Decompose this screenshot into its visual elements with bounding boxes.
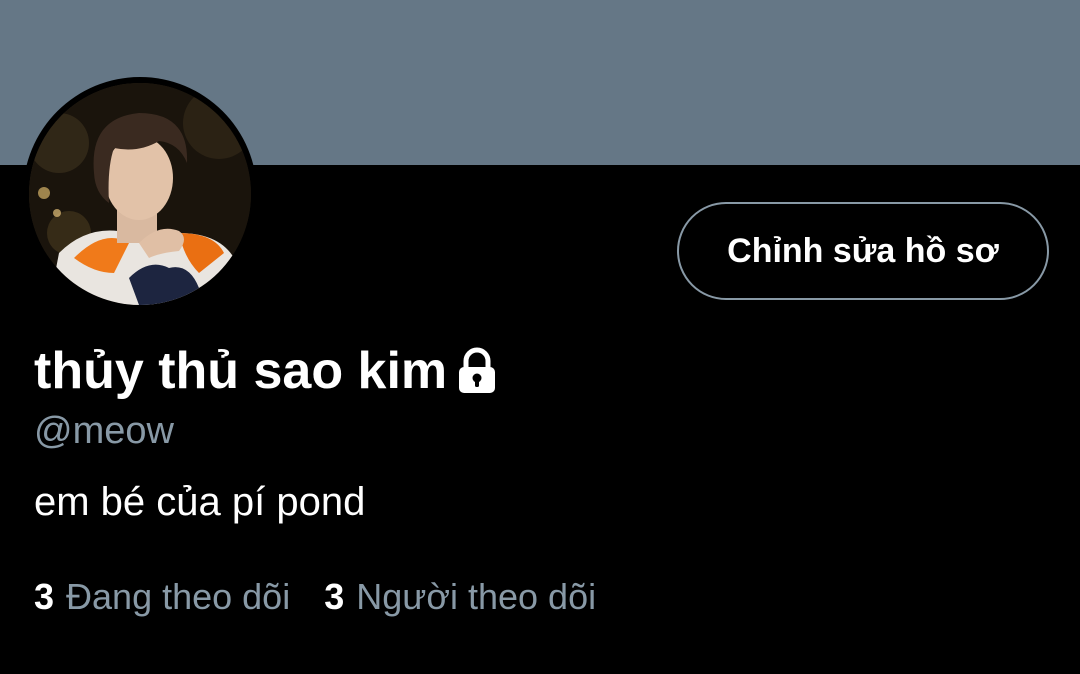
followers-count: 3 bbox=[324, 576, 345, 617]
following-label: Đang theo dõi bbox=[66, 576, 291, 617]
followers-label: Người theo dõi bbox=[356, 576, 597, 617]
user-handle: @meow bbox=[34, 410, 174, 452]
profile-bio: em bé của pí pond bbox=[34, 480, 366, 524]
edit-profile-button[interactable]: Chỉnh sửa hồ sơ bbox=[677, 202, 1049, 300]
avatar-photo bbox=[29, 83, 251, 305]
following-stat[interactable]: 3 Đang theo dõi bbox=[34, 574, 290, 620]
following-count: 3 bbox=[34, 576, 55, 617]
profile-page: Chỉnh sửa hồ sơ thủy thủ sao kim @meow e… bbox=[0, 0, 1080, 674]
lock-icon bbox=[455, 346, 499, 396]
display-name: thủy thủ sao kim bbox=[34, 342, 448, 400]
avatar[interactable] bbox=[23, 77, 257, 311]
profile-stats: 3 Đang theo dõi 3 Người theo dõi bbox=[34, 574, 596, 620]
display-name-row: thủy thủ sao kim bbox=[34, 338, 499, 404]
followers-stat[interactable]: 3 Người theo dõi bbox=[324, 574, 596, 620]
